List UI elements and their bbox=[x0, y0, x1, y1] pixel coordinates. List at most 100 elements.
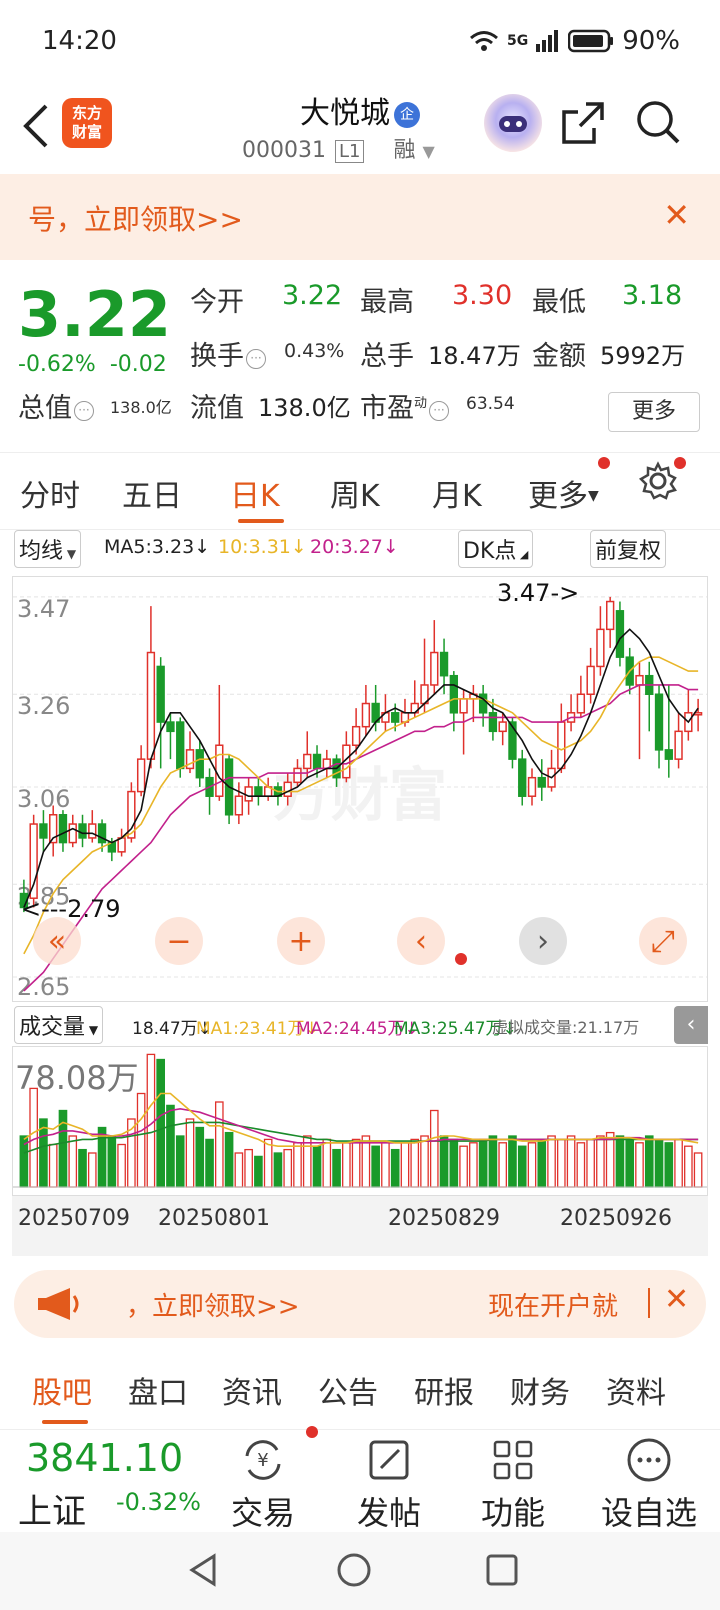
candle-body bbox=[29, 823, 38, 899]
nav-post[interactable]: 发帖 bbox=[334, 1436, 444, 1534]
candle-body bbox=[537, 776, 546, 788]
search-icon[interactable] bbox=[634, 98, 682, 146]
caret-icon: ◢ bbox=[516, 548, 529, 561]
nav-functions[interactable]: 功能 bbox=[458, 1436, 568, 1534]
open-field: 今开 bbox=[190, 287, 244, 318]
candle-body bbox=[498, 721, 507, 733]
caret-down-icon: ▼ bbox=[85, 1023, 99, 1037]
candle-body bbox=[234, 795, 244, 816]
virtual-volume: 虚拟成交量:21.17万 bbox=[492, 1018, 640, 1037]
tab-research[interactable]: 研报 bbox=[414, 1368, 474, 1412]
nav-add-watchlist[interactable]: 设自选 bbox=[584, 1436, 714, 1534]
system-nav-bar bbox=[0, 1532, 720, 1610]
dk-point-selector[interactable]: DK点 ◢ bbox=[458, 530, 534, 568]
tab-intraday[interactable]: 分时 bbox=[20, 471, 80, 515]
promo-banner[interactable]: 号，立即领取>> ✕ bbox=[0, 174, 720, 260]
tab-monthly-k[interactable]: 月K bbox=[432, 471, 482, 515]
system-back-icon[interactable] bbox=[186, 1552, 220, 1588]
volume-bar bbox=[68, 1135, 78, 1188]
price-change: -0.62% -0.02 bbox=[18, 352, 167, 377]
tab-daily-k[interactable]: 日K bbox=[230, 471, 280, 515]
nav-trade[interactable]: ¥ 交易 bbox=[208, 1436, 318, 1534]
volume-bar bbox=[439, 1135, 449, 1188]
volume-bar bbox=[478, 1138, 488, 1188]
chevron-down-icon[interactable]: ▼ bbox=[422, 142, 434, 161]
volume-bar bbox=[635, 1142, 644, 1188]
volume-indicator-selector[interactable]: 成交量 ▼ bbox=[14, 1006, 104, 1044]
button-glyph: ‹ bbox=[415, 924, 427, 959]
y-tick-label: 2.65 bbox=[17, 973, 70, 1001]
tab-forum[interactable]: 股吧 bbox=[32, 1368, 92, 1412]
volume-bar bbox=[156, 1058, 165, 1188]
ma-selector[interactable]: 均线 ▼ bbox=[14, 530, 82, 568]
volume-bar bbox=[273, 1152, 283, 1188]
candle-body bbox=[518, 758, 527, 797]
system-recents-icon[interactable] bbox=[484, 1552, 520, 1588]
close-icon[interactable]: ✕ bbox=[664, 1282, 689, 1317]
volume-bar bbox=[107, 1135, 117, 1188]
volume-ma2-line bbox=[23, 1107, 699, 1146]
zoom-out-button[interactable]: − bbox=[155, 917, 203, 965]
tab-news[interactable]: 资讯 bbox=[222, 1368, 282, 1412]
close-icon[interactable]: ✕ bbox=[663, 196, 690, 234]
volume-bar bbox=[371, 1145, 380, 1188]
tab-weekly-k[interactable]: 周K bbox=[330, 471, 380, 515]
volume-bar bbox=[508, 1135, 517, 1188]
chart-prev-button[interactable]: ‹ bbox=[397, 917, 445, 965]
low-value: 3.18 bbox=[622, 280, 683, 311]
volume-bar bbox=[136, 1092, 146, 1188]
candle-body bbox=[576, 693, 586, 714]
volume-svg: 78.08万 bbox=[13, 1053, 707, 1188]
candle-body bbox=[557, 721, 566, 770]
volume-bar bbox=[342, 1142, 351, 1188]
info-icon[interactable]: ··· bbox=[429, 401, 450, 421]
candle-body bbox=[293, 767, 302, 784]
tab-more[interactable]: 更多▼ bbox=[528, 471, 599, 515]
volume-chart[interactable]: 78.08万 bbox=[12, 1046, 708, 1196]
volume-bar bbox=[263, 1138, 273, 1188]
index-ticker[interactable]: 3841.10 上证 -0.32% bbox=[0, 1430, 210, 1532]
zoom-in-button[interactable]: + bbox=[277, 917, 325, 965]
assistant-avatar[interactable] bbox=[484, 94, 542, 152]
tab-five-day[interactable]: 五日 bbox=[122, 471, 182, 515]
button-glyph: ⤢ bbox=[651, 924, 675, 959]
volume-bar bbox=[361, 1135, 371, 1188]
chart-next-button[interactable]: › bbox=[519, 917, 567, 965]
system-home-icon[interactable] bbox=[334, 1550, 374, 1590]
turnover-label: 换手 ··· bbox=[190, 334, 268, 373]
svg-text:¥: ¥ bbox=[257, 1450, 268, 1471]
mktcap-label: 总值 ··· bbox=[18, 386, 96, 425]
volume-bar bbox=[586, 1138, 595, 1188]
high-label: 最高 bbox=[360, 287, 414, 318]
amount-value: 5992万 bbox=[600, 342, 686, 370]
kline-chart[interactable]: 3.47 3.26 3.06 2.85 2.65 方财富 3.47-> <---2.79 «− +… bbox=[12, 576, 708, 1002]
volume-bar bbox=[410, 1138, 420, 1188]
tab-profile[interactable]: 资料 bbox=[606, 1368, 666, 1412]
info-icon[interactable]: ··· bbox=[246, 349, 266, 369]
volume-bar bbox=[195, 1126, 205, 1188]
fullscreen-button[interactable]: ⤢ bbox=[639, 917, 687, 965]
share-icon[interactable] bbox=[560, 100, 606, 146]
candle-body bbox=[439, 651, 449, 677]
info-icon[interactable]: ··· bbox=[74, 401, 94, 421]
open-value: 3.22 bbox=[282, 280, 343, 311]
period-tabs: 分时 五日 日K 周K 月K 更多▼ bbox=[0, 452, 720, 530]
candle-body bbox=[166, 721, 175, 733]
collapse-arrow-icon[interactable]: ‹ bbox=[674, 1006, 708, 1044]
tab-orderbook[interactable]: 盘口 bbox=[128, 1368, 188, 1412]
float-value: 138.0亿 bbox=[258, 394, 351, 422]
account-promo-banner[interactable]: ，立即领取>> 现在开户就 ✕ bbox=[14, 1270, 706, 1338]
candle-body bbox=[117, 837, 126, 853]
volume-bar bbox=[234, 1152, 244, 1188]
tab-announcements[interactable]: 公告 bbox=[318, 1368, 378, 1412]
chart-scroll-left-button[interactable]: « bbox=[33, 917, 81, 965]
network-label: 5G bbox=[506, 33, 529, 49]
bottom-nav: 3841.10 上证 -0.32% ¥ 交易 发帖 功能 设自选 bbox=[0, 1426, 720, 1532]
signal-icon bbox=[536, 30, 559, 52]
more-button[interactable]: 更多 bbox=[608, 392, 700, 432]
settings-gear-icon[interactable] bbox=[638, 461, 678, 501]
candle-body bbox=[244, 786, 253, 802]
tab-financials[interactable]: 财务 bbox=[510, 1368, 570, 1412]
adjust-selector[interactable]: 前复权 bbox=[590, 530, 667, 568]
wifi-icon bbox=[470, 31, 498, 51]
